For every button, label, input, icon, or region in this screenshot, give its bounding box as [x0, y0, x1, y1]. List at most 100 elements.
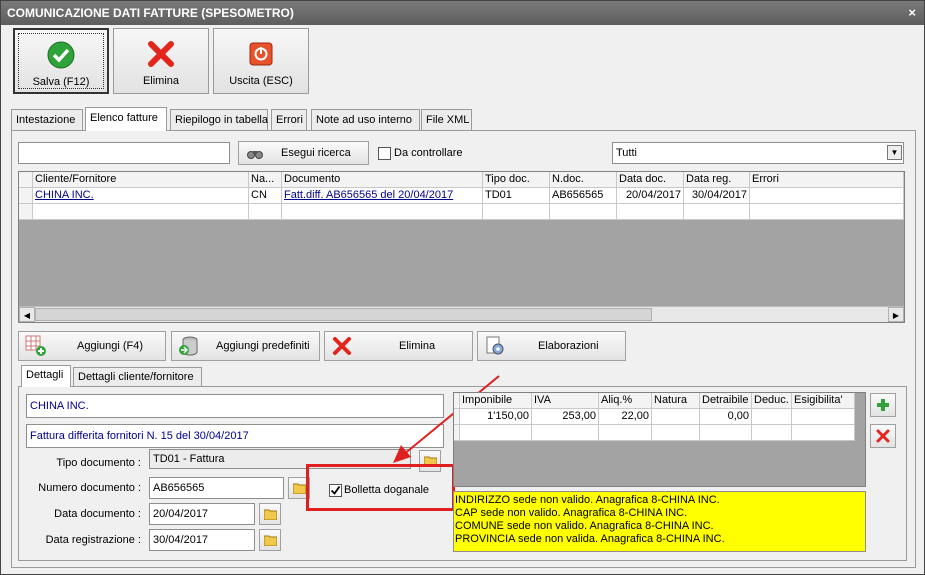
cell-esigibilita[interactable]: [792, 409, 855, 425]
tab-note[interactable]: Note ad uso interno: [311, 109, 420, 130]
empty-cell[interactable]: [700, 425, 752, 441]
cell-tipo-doc[interactable]: TD01: [483, 188, 550, 204]
scroll-left-icon[interactable]: ◀: [19, 307, 35, 322]
exit-button[interactable]: Uscita (ESC): [213, 28, 309, 94]
tab-intestazione[interactable]: Intestazione: [11, 109, 83, 130]
tab-errori[interactable]: Errori: [271, 109, 307, 130]
to-check-checkbox[interactable]: [378, 147, 391, 160]
filter-value: Tutti: [616, 147, 637, 159]
annotation-highlight-box: [306, 464, 455, 511]
cell-n-doc[interactable]: AB656565: [550, 188, 617, 204]
cell-natura[interactable]: [652, 409, 700, 425]
doc-number-field[interactable]: AB656565: [149, 477, 284, 499]
cell-cliente[interactable]: CHINA INC.: [33, 188, 249, 204]
delete-button[interactable]: Elimina: [113, 28, 209, 94]
warning-line: CAP sede non valido. Anagrafica 8-CHINA …: [455, 507, 688, 519]
col-tipo-doc[interactable]: Tipo doc.: [483, 172, 550, 188]
table-row[interactable]: 1'150,00 253,00 22,00 0,00: [454, 409, 855, 425]
empty-cell[interactable]: [249, 204, 282, 220]
empty-cell[interactable]: [652, 425, 700, 441]
title-bar: COMUNICAZIONE DATI FATTURE (SPESOMETRO) …: [1, 1, 924, 25]
scroll-right-icon[interactable]: ▶: [888, 307, 904, 322]
vat-grid: Imponibile IVA Aliq.% Natura Detraibile …: [453, 392, 866, 487]
cell-data-reg[interactable]: 30/04/2017: [684, 188, 750, 204]
cell-iva[interactable]: 253,00: [532, 409, 599, 425]
col-iva[interactable]: IVA: [532, 393, 599, 409]
power-icon: [249, 42, 273, 66]
col-data-reg[interactable]: Data reg.: [684, 172, 750, 188]
empty-cell[interactable]: [460, 425, 532, 441]
search-input[interactable]: [18, 142, 230, 164]
empty-cell[interactable]: [750, 204, 904, 220]
add-predefined-button[interactable]: Aggiungi predefiniti: [171, 331, 320, 361]
reg-date-folder-button[interactable]: [259, 529, 281, 551]
empty-cell[interactable]: [550, 204, 617, 220]
add-vat-row-button[interactable]: [870, 393, 896, 417]
empty-cell[interactable]: [483, 204, 550, 220]
subtab-dettagli-cliente[interactable]: Dettagli cliente/fornitore: [73, 367, 202, 386]
cell-documento[interactable]: Fatt.diff. AB656565 del 20/04/2017: [282, 188, 483, 204]
chevron-down-icon[interactable]: ▼: [887, 145, 902, 160]
cell-deduc[interactable]: [752, 409, 792, 425]
reg-date-field[interactable]: 30/04/2017: [149, 529, 255, 551]
doc-number-label: Numero documento :: [38, 482, 141, 494]
filter-select[interactable]: Tutti ▼: [612, 142, 904, 164]
tab-file-xml[interactable]: File XML: [421, 109, 472, 130]
delete-vat-row-button[interactable]: [870, 424, 896, 448]
close-window-button[interactable]: ×: [908, 1, 916, 25]
row-indicator: [19, 204, 33, 220]
warning-line: PROVINCIA sede non valida. Anagrafica 8-…: [455, 533, 725, 545]
col-esigibilita[interactable]: Esigibilita': [792, 393, 855, 409]
cell-data-doc[interactable]: 20/04/2017: [617, 188, 684, 204]
tab-riepilogo[interactable]: Riepilogo in tabella: [170, 109, 268, 130]
scroll-thumb[interactable]: [35, 308, 652, 321]
col-deduc[interactable]: Deduc.: [752, 393, 792, 409]
folder-icon: [264, 535, 277, 546]
exit-button-label: Uscita (ESC): [229, 75, 293, 87]
col-documento[interactable]: Documento: [282, 172, 483, 188]
cell-aliq[interactable]: 22,00: [599, 409, 652, 425]
empty-cell[interactable]: [33, 204, 249, 220]
cell-detraibile[interactable]: 0,00: [700, 409, 752, 425]
empty-cell[interactable]: [617, 204, 684, 220]
grid-header: Cliente/Fornitore Na... Documento Tipo d…: [19, 172, 904, 188]
folder-icon: [264, 509, 277, 520]
empty-cell[interactable]: [792, 425, 855, 441]
col-imponibile[interactable]: Imponibile: [460, 393, 532, 409]
search-button[interactable]: Esegui ricerca: [238, 141, 369, 165]
col-nazione[interactable]: Na...: [249, 172, 282, 188]
col-data-doc[interactable]: Data doc.: [617, 172, 684, 188]
col-n-doc[interactable]: N.doc.: [550, 172, 617, 188]
doc-date-folder-button[interactable]: [259, 503, 281, 525]
delete-button-label: Elimina: [142, 75, 180, 87]
table-row-empty[interactable]: [19, 204, 904, 220]
cell-imponibile[interactable]: 1'150,00: [460, 409, 532, 425]
cell-errori[interactable]: [750, 188, 904, 204]
add-button[interactable]: Aggiungi (F4): [18, 331, 166, 361]
vat-grid-header: Imponibile IVA Aliq.% Natura Detraibile …: [454, 393, 855, 409]
col-detraibile[interactable]: Detraibile: [700, 393, 752, 409]
cell-nazione[interactable]: CN: [249, 188, 282, 204]
col-errori[interactable]: Errori: [750, 172, 904, 188]
empty-cell[interactable]: [752, 425, 792, 441]
empty-cell[interactable]: [282, 204, 483, 220]
doc-date-field[interactable]: 20/04/2017: [149, 503, 255, 525]
horizontal-scrollbar[interactable]: ◀ ▶: [19, 306, 904, 322]
process-button[interactable]: Elaborazioni: [477, 331, 626, 361]
empty-cell[interactable]: [599, 425, 652, 441]
subtab-dettagli[interactable]: Dettagli: [21, 365, 71, 387]
col-aliq[interactable]: Aliq.%: [599, 393, 652, 409]
table-row[interactable]: CHINA INC. CN Fatt.diff. AB656565 del 20…: [19, 188, 904, 204]
reg-date-label: Data registrazione :: [45, 534, 141, 546]
empty-cell[interactable]: [684, 204, 750, 220]
check-icon: [47, 41, 75, 69]
binoculars-icon: [247, 151, 263, 159]
red-x-icon: [148, 41, 174, 67]
col-natura[interactable]: Natura: [652, 393, 700, 409]
tab-elenco-fatture[interactable]: Elenco fatture: [85, 107, 167, 131]
delete-row-button[interactable]: Elimina: [324, 331, 473, 361]
save-button[interactable]: Salva (F12): [13, 28, 109, 94]
col-cliente[interactable]: Cliente/Fornitore: [33, 172, 249, 188]
table-row-empty[interactable]: [454, 425, 855, 441]
empty-cell[interactable]: [532, 425, 599, 441]
